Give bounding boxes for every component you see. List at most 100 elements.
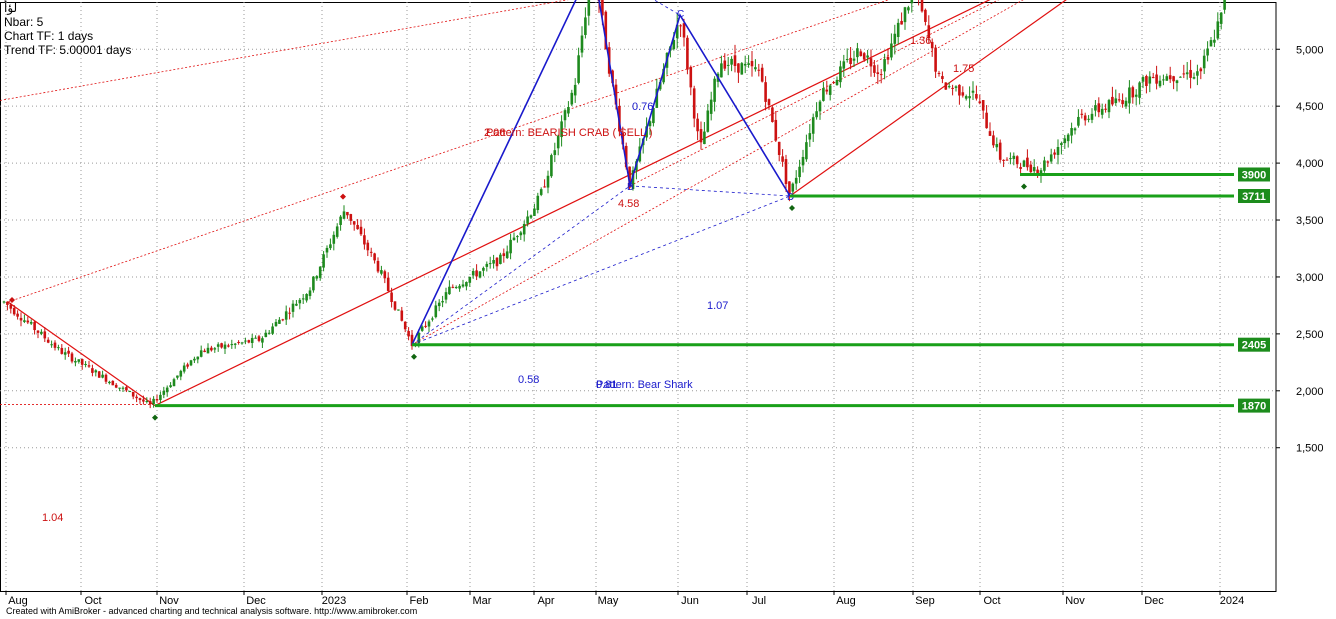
candle-body bbox=[1026, 157, 1029, 168]
candle-body bbox=[186, 364, 189, 367]
candle-body bbox=[1168, 75, 1172, 80]
candle-body bbox=[1114, 98, 1118, 104]
x-tick-label: 2024 bbox=[1220, 595, 1244, 607]
candle-body bbox=[920, 0, 924, 12]
candle-body bbox=[329, 244, 332, 249]
price-chart[interactable]: ABCD 64703900371124051870 1.361.750.764.… bbox=[0, 0, 1336, 619]
chart-info: لؤأ Nbar: 5 Chart TF: 1 days Trend TF: 5… bbox=[4, 1, 131, 57]
candle-body bbox=[325, 247, 329, 253]
candle-body bbox=[1036, 169, 1039, 174]
candle-body bbox=[876, 72, 880, 74]
candle-body bbox=[57, 347, 60, 349]
candle-body bbox=[533, 208, 536, 216]
candle-body bbox=[577, 55, 580, 83]
candle-body bbox=[743, 63, 747, 66]
candle-body bbox=[856, 48, 859, 58]
candle-body bbox=[726, 64, 730, 66]
candle-body bbox=[951, 87, 954, 89]
candle-body bbox=[1090, 113, 1094, 120]
candle-body bbox=[264, 332, 268, 338]
candle-body bbox=[91, 368, 94, 373]
candle-body bbox=[346, 211, 349, 216]
candle-body bbox=[713, 78, 716, 102]
candle-body bbox=[499, 254, 502, 264]
candle-body bbox=[1080, 113, 1084, 115]
candle-body bbox=[978, 101, 982, 104]
candle-body bbox=[1066, 134, 1070, 142]
candle-body bbox=[975, 93, 978, 99]
candle-body bbox=[910, 0, 914, 4]
chart-annotation: 4.58 bbox=[618, 198, 639, 210]
candle-body bbox=[145, 401, 149, 403]
candle-body bbox=[16, 313, 19, 317]
candle-body bbox=[322, 254, 325, 268]
candle-body bbox=[567, 106, 570, 114]
harmonic-pattern: ABCD bbox=[411, 0, 794, 346]
candle-body bbox=[825, 89, 829, 92]
candle-body bbox=[128, 391, 132, 393]
candle-body bbox=[121, 387, 125, 389]
y-tick-label: 4,000 bbox=[1296, 158, 1324, 170]
candle-body bbox=[118, 387, 121, 389]
candle-body bbox=[791, 183, 795, 192]
candle-body bbox=[80, 358, 84, 365]
candle-body bbox=[380, 270, 383, 274]
candle-body bbox=[250, 337, 254, 343]
candle-body bbox=[747, 63, 750, 65]
candle-body bbox=[227, 345, 230, 347]
candle-body bbox=[995, 144, 999, 148]
candle-body bbox=[199, 350, 203, 357]
candle-body bbox=[339, 216, 342, 225]
candle-body bbox=[509, 239, 512, 254]
candle-body bbox=[1213, 39, 1216, 43]
candle-body bbox=[23, 320, 26, 322]
candle-body bbox=[992, 135, 995, 146]
candle-body bbox=[516, 236, 519, 238]
candle-body bbox=[230, 344, 234, 346]
candle-body bbox=[312, 276, 315, 291]
x-tick-label: Jul bbox=[752, 595, 766, 607]
candle-body bbox=[240, 342, 244, 344]
trend-line bbox=[789, 0, 1067, 197]
candle-body bbox=[682, 23, 686, 38]
candle-body bbox=[74, 361, 77, 363]
candle-body bbox=[359, 226, 363, 235]
candle-body bbox=[213, 348, 217, 350]
x-axis: Aug Oct Nov Dec 2023 Feb Mar Apr May Jun Jul Aug Sep… bbox=[5, 591, 1244, 607]
chart-annotation: Pattern: Bear Shark bbox=[596, 379, 693, 391]
candle-body bbox=[1053, 152, 1056, 155]
candle-body bbox=[801, 156, 805, 166]
candle-body bbox=[162, 390, 166, 395]
candle-body bbox=[900, 20, 903, 25]
candle-body bbox=[546, 175, 550, 188]
candle-body bbox=[46, 339, 50, 343]
candle-body bbox=[369, 251, 373, 253]
candle-body bbox=[1175, 80, 1179, 84]
candle-body bbox=[33, 321, 36, 331]
candle-body bbox=[1107, 100, 1111, 113]
candle-body bbox=[944, 82, 948, 90]
chart-grid bbox=[0, 2, 1277, 592]
candle-body bbox=[261, 338, 264, 343]
candle-body bbox=[1009, 158, 1012, 160]
candle-body bbox=[111, 380, 115, 386]
candle-body bbox=[475, 270, 478, 277]
candle-body bbox=[998, 142, 1002, 160]
candle-body bbox=[699, 129, 703, 143]
swing-marker bbox=[152, 414, 158, 421]
candle-body bbox=[784, 159, 788, 185]
candle-body bbox=[373, 253, 376, 261]
candle-body bbox=[29, 322, 33, 324]
candle-body bbox=[1206, 48, 1209, 56]
candle-body bbox=[696, 118, 699, 132]
candle-body bbox=[1083, 115, 1087, 121]
candle-body bbox=[84, 364, 87, 366]
candle-body bbox=[1196, 71, 1199, 76]
y-tick-label: 3,000 bbox=[1296, 272, 1324, 284]
candle-body bbox=[288, 312, 291, 314]
y-tick-label: 4,500 bbox=[1296, 101, 1324, 113]
candle-body bbox=[451, 286, 455, 288]
candle-body bbox=[832, 82, 835, 84]
candle-body bbox=[284, 311, 288, 320]
candle-body bbox=[964, 96, 968, 99]
